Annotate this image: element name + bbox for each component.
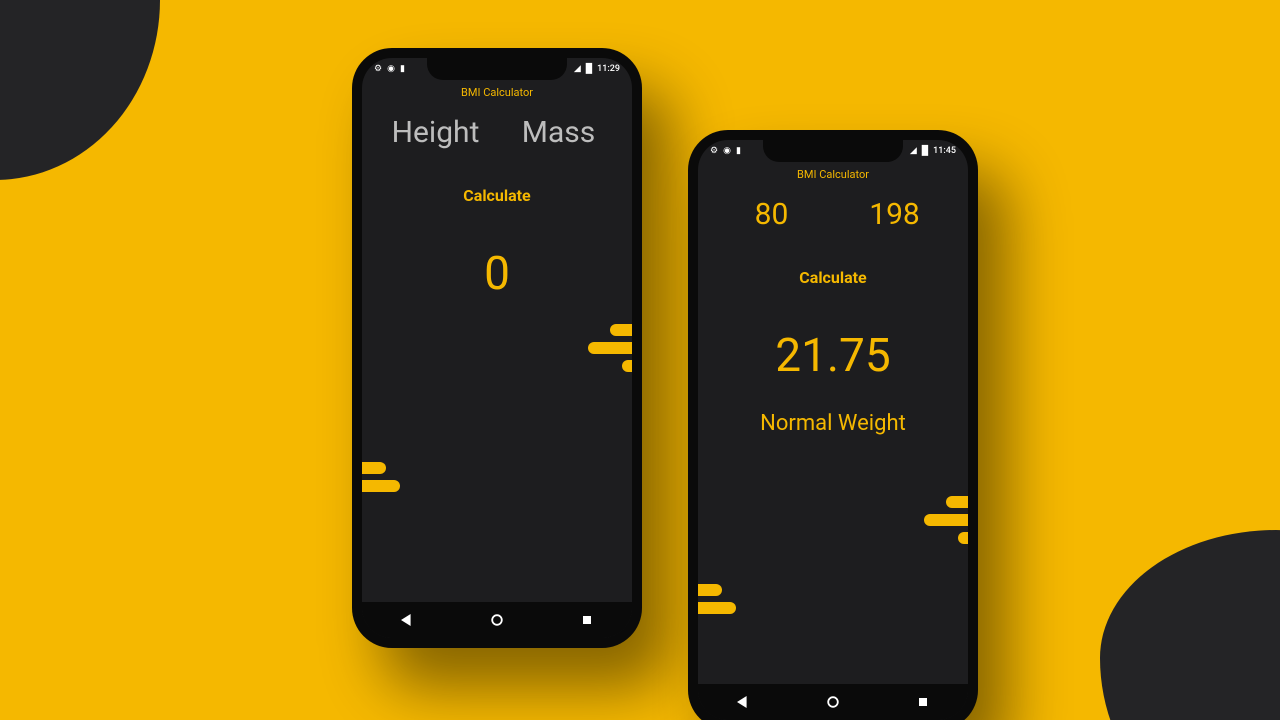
input-row: Height Mass bbox=[362, 115, 632, 150]
phone-screen: ⚙ ◉ ▮ ◢ █ 11:29 BMI Calculator Height Ma… bbox=[362, 58, 632, 638]
settings-icon: ⚙ bbox=[710, 147, 718, 156]
bmi-category: Normal Weight bbox=[698, 411, 968, 436]
phone-notch bbox=[427, 58, 567, 80]
height-field[interactable]: 80 bbox=[715, 197, 828, 232]
android-nav-bar bbox=[362, 602, 632, 638]
calculate-button[interactable]: Calculate bbox=[362, 186, 632, 205]
signal-icon: ◢ bbox=[574, 65, 581, 74]
app-title: BMI Calculator bbox=[362, 80, 632, 103]
phone-screen: ⚙ ◉ ▮ ◢ █ 11:45 BMI Calculator 80 198 Ca… bbox=[698, 140, 968, 720]
nav-home-button[interactable] bbox=[826, 695, 840, 709]
mass-field[interactable]: Mass bbox=[502, 115, 615, 150]
decorative-bars-left bbox=[698, 578, 736, 620]
sim-icon: ▮ bbox=[736, 147, 741, 156]
nav-recent-button[interactable] bbox=[580, 613, 594, 627]
circle-icon: ◉ bbox=[387, 65, 395, 74]
decorative-bars-left bbox=[362, 456, 400, 498]
signal-icon: ◢ bbox=[910, 147, 917, 156]
height-field[interactable]: Height bbox=[379, 115, 492, 150]
nav-recent-button[interactable] bbox=[916, 695, 930, 709]
input-row: 80 198 bbox=[698, 197, 968, 232]
status-time: 11:29 bbox=[597, 64, 620, 74]
settings-icon: ⚙ bbox=[374, 65, 382, 74]
phone-mockup-filled: ⚙ ◉ ▮ ◢ █ 11:45 BMI Calculator 80 198 Ca… bbox=[688, 130, 978, 720]
phone-notch bbox=[763, 140, 903, 162]
android-nav-bar bbox=[698, 684, 968, 720]
phone-mockup-empty: ⚙ ◉ ▮ ◢ █ 11:29 BMI Calculator Height Ma… bbox=[352, 48, 642, 648]
battery-icon: █ bbox=[922, 147, 928, 156]
sim-icon: ▮ bbox=[400, 65, 405, 74]
decorative-blob-bottom-right bbox=[1100, 530, 1280, 720]
decorative-bars-right bbox=[588, 318, 632, 378]
app-title: BMI Calculator bbox=[698, 162, 968, 185]
calculate-button[interactable]: Calculate bbox=[698, 268, 968, 287]
circle-icon: ◉ bbox=[723, 147, 731, 156]
nav-back-button[interactable] bbox=[400, 613, 414, 627]
status-time: 11:45 bbox=[933, 146, 956, 156]
bmi-result: 21.75 bbox=[698, 329, 968, 383]
nav-back-button[interactable] bbox=[736, 695, 750, 709]
battery-icon: █ bbox=[586, 65, 592, 74]
decorative-bars-right bbox=[924, 490, 968, 550]
decorative-blob-top-left bbox=[0, 0, 160, 180]
bmi-result: 0 bbox=[362, 247, 632, 301]
mass-field[interactable]: 198 bbox=[838, 197, 951, 232]
nav-home-button[interactable] bbox=[490, 613, 504, 627]
